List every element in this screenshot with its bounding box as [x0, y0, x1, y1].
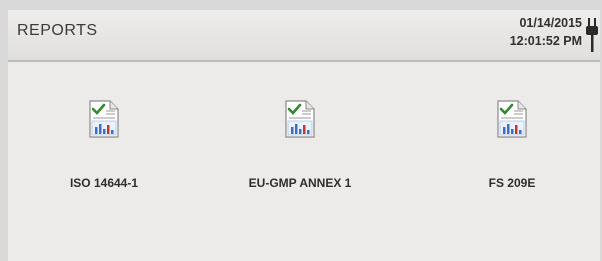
- page-title: REPORTS: [17, 22, 98, 39]
- report-document-icon: [497, 100, 527, 138]
- report-eu-gmp-annex-1-button[interactable]: EU-GMP ANNEX 1: [220, 100, 380, 200]
- plug-icon: [586, 18, 598, 52]
- report-iso-14644-1-button[interactable]: ISO 14644-1: [24, 100, 184, 200]
- time-text: 12:01:52 PM: [509, 34, 582, 48]
- date-text: 01/14/2015: [519, 16, 582, 30]
- report-document-icon: [285, 100, 315, 138]
- report-label: EU-GMP ANNEX 1: [248, 176, 352, 190]
- header-bar: REPORTS 01/14/2015 12:01:52 PM: [8, 10, 600, 62]
- datetime-display: 01/14/2015 12:01:52 PM: [510, 14, 582, 50]
- reports-screen: REPORTS 01/14/2015 12:01:52 PM ISO 14644…: [8, 10, 600, 261]
- report-label: ISO 14644-1: [69, 176, 139, 190]
- report-fs-209e-button[interactable]: FS 209E: [432, 100, 592, 200]
- report-label: FS 209E: [488, 176, 536, 190]
- report-document-icon: [89, 100, 119, 138]
